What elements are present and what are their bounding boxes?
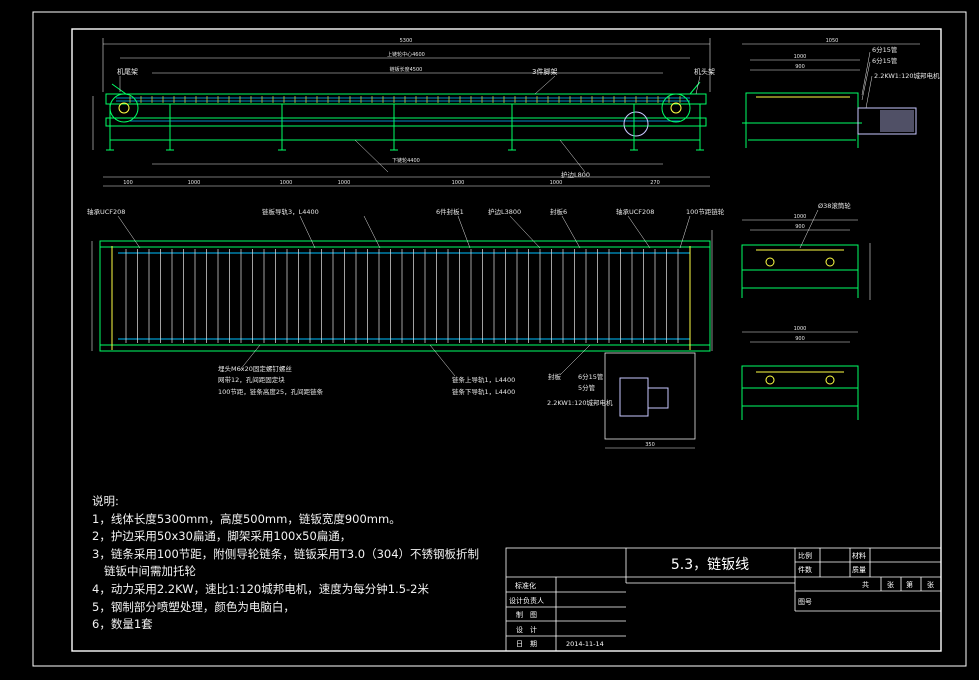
notes-item-1: 1，线体长度5300mm，高度500mm，链钣宽度900mm。 (92, 511, 401, 526)
plan-label-seal-plate-6: 封板6 (550, 207, 567, 216)
title-block-sheets-label: 张 (887, 580, 894, 589)
notes-item-4: 4，动力采用2.2KW，速比1:120城邦电机，速度为每分钟1.5-2米 (92, 581, 430, 596)
title-block-date-value: 2014-11-14 (566, 640, 604, 648)
svg-text:1000: 1000 (794, 326, 807, 332)
title-block-date-label: 日 期 (516, 640, 537, 648)
plan-label-seal-plate: 封板 (548, 372, 562, 381)
notes-heading: 说明: (92, 494, 119, 508)
section-label-roller: Ø38滚筒轮 (818, 201, 851, 210)
svg-text:900: 900 (795, 64, 805, 70)
section-view: 1000 900 1000 900 Ø38滚筒轮 (741, 201, 871, 420)
svg-text:链钣长度4500: 链钣长度4500 (390, 66, 423, 73)
svg-text:1000: 1000 (280, 180, 293, 186)
title-block-quality-label: 质量 (852, 565, 866, 574)
svg-text:1000: 1000 (550, 180, 563, 186)
notes-item-5: 5，钢制部分喷塑处理，颜色为电脑白， (92, 599, 295, 614)
title-block-scale-label: 比例 (798, 551, 812, 560)
plan-label-bolt-note: 埋头M6x20固定螺钉螺丝 (218, 364, 292, 373)
side-view: 5300 上链轮中心4600 链钣长度4500 下链轮4400 100 1000 … (92, 38, 715, 187)
plan-label-chain-note: 100节距，链条高度25，孔间距链条 (218, 387, 324, 396)
plan-view: 350 轴承UCF208 链板导轨3，L4400 6件封板1 护边L3800 封… (87, 207, 725, 449)
title-block-count-label: 件数 (798, 565, 812, 574)
plan-label-motor: 2.2KW1:120城邦电机 (547, 398, 613, 407)
end-label-pipe-5: 6分15管 (872, 56, 898, 65)
title-block-total-label: 共 (862, 580, 869, 589)
svg-text:1000: 1000 (794, 54, 807, 60)
side-label-guard-rail: 护边L800 (561, 170, 590, 179)
svg-text:900: 900 (795, 336, 805, 342)
plan-label-chain-guide: 链板导轨3，L4400 (262, 207, 319, 216)
title-block-designer-lead-label: 设计负责人 (509, 596, 544, 605)
svg-text:1050: 1050 (826, 38, 839, 44)
end-label-motor: 2.2KW1:120城邦电机 (874, 71, 940, 80)
plan-label-upper-rail: 链条上导轨1，L4400 (452, 375, 515, 384)
svg-text:900: 900 (795, 224, 805, 230)
side-label-tail-frame: 机尾架 (117, 67, 138, 76)
svg-text:270: 270 (650, 180, 660, 186)
title-block-sheet-unit-label: 张 (927, 580, 934, 589)
svg-text:下链轮4400: 下链轮4400 (392, 157, 420, 164)
plan-label-bearing-right: 轴承UCF208 (616, 207, 654, 216)
svg-text:1000: 1000 (794, 214, 807, 220)
end-label-pipe-6: 6分15管 (872, 45, 898, 54)
title-block-drafter-label: 制 图 (516, 610, 537, 619)
svg-text:350: 350 (645, 442, 655, 448)
svg-text:1000: 1000 (188, 180, 201, 186)
plan-label-lower-rail: 链条下导轨1，L4400 (452, 387, 515, 396)
plan-label-bearing-left: 轴承UCF208 (87, 207, 125, 216)
plan-label-sealing-plate: 6件封板1 (436, 207, 464, 216)
title-block-title: 5.3，链钣线 (671, 557, 749, 573)
plan-label-sprocket: 100节距链轮 (686, 207, 725, 216)
svg-text:上链轮中心4600: 上链轮中心4600 (387, 51, 425, 58)
notes-item-2: 2，护边采用50x30扁通，脚架采用100x50扁通， (92, 529, 352, 544)
plan-label-mesh-note: 网带12，孔间距固定块 (218, 375, 285, 384)
title-block-design-label: 设 计 (516, 625, 537, 634)
svg-text:5300: 5300 (400, 38, 413, 44)
notes-item-3-cont: 链钣中间需加托轮 (104, 564, 196, 579)
end-view: 1050 1000 900 6分15管 6分15管 2.2KW1:120城邦电机 (742, 38, 940, 148)
plan-label-pipe-5: 5分管 (578, 383, 596, 392)
side-label-head-frame: 机头架 (694, 67, 715, 76)
title-block-drawing-no-label: 图号 (798, 598, 812, 606)
plan-label-pipe-6: 6分15管 (578, 372, 604, 381)
svg-text:1000: 1000 (452, 180, 465, 186)
title-block-sheet-no-label: 第 (906, 580, 913, 589)
plan-label-rail-l3800: 护边L3800 (488, 207, 521, 216)
title-block-std-label: 标准化 (515, 581, 536, 590)
notes-item-6: 6，数量1套 (92, 617, 153, 632)
svg-text:1000: 1000 (338, 180, 351, 186)
title-block-material-label: 材料 (852, 551, 866, 560)
svg-text:100: 100 (123, 180, 133, 186)
side-label-leg-frame: 3件脚架 (532, 67, 557, 76)
drawing-notes: 说明: 1，线体长度5300mm，高度500mm，链钣宽度900mm。 2，护边… (92, 493, 479, 634)
notes-item-3: 3，链条采用100节距，附侧导轮链条，链钣采用T3.0（304）不锈钢板折制 (92, 546, 480, 561)
